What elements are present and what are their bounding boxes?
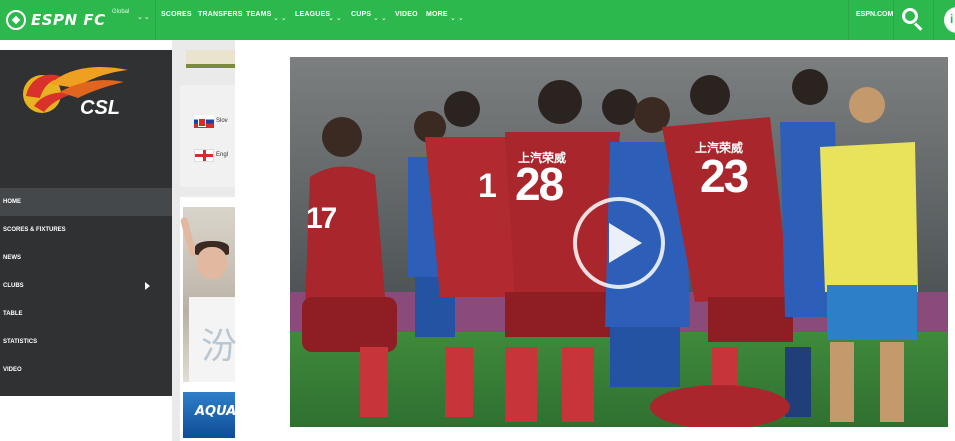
nav-transfers[interactable]: TRANSFERS (198, 11, 243, 18)
chevron-down-icon[interactable]: ⌄⌄ (450, 14, 466, 22)
espn-com-link[interactable]: ESPN.COM (856, 11, 893, 18)
chevron-down-icon[interactable]: ⌄⌄ (328, 14, 344, 22)
sidebar-item-clubs[interactable]: CLUBS (0, 272, 172, 300)
sidebar-item-label: VIDEO (3, 367, 22, 373)
nav-video[interactable]: VIDEO (395, 11, 418, 18)
espn-fc-logo[interactable]: ESPN FC (6, 9, 106, 31)
sidebar-menu: HOME SCORES & FIXTURES NEWS CLUBS TABLE … (0, 188, 172, 384)
play-icon (609, 223, 642, 263)
sidebar-item-label: HOME (3, 199, 21, 205)
divider (155, 0, 156, 40)
ad-character: 汾 (201, 326, 238, 367)
sidebar-item-news[interactable]: NEWS (0, 244, 172, 272)
brand-wordmark: ESPN FC (31, 11, 106, 29)
top-nav-bar: ESPN FC Global ⌄⌄ SCORES TRANSFERS TEAMS… (0, 0, 955, 40)
chevron-down-icon[interactable]: ⌄⌄ (137, 13, 151, 21)
profile-button[interactable]: i (944, 7, 955, 33)
sidebar-item-statistics[interactable]: STATISTICS (0, 328, 172, 356)
nav-cups[interactable]: CUPS (351, 11, 371, 18)
jersey-number: 1 (478, 167, 497, 205)
sidebar-item-label: TABLE (3, 311, 23, 317)
sidebar-item-label: SCORES & FIXTURES (3, 227, 66, 233)
chevron-down-icon[interactable]: ⌄⌄ (273, 14, 289, 22)
advertisement[interactable]: 汾 AQUA (179, 197, 238, 441)
jersey-number: 17 (306, 202, 337, 235)
sidebar-item-scores-fixtures[interactable]: SCORES & FIXTURES (0, 216, 172, 244)
sidebar-item-table[interactable]: TABLE (0, 300, 172, 328)
play-button[interactable] (573, 197, 665, 289)
language-label: Engl (216, 152, 229, 158)
nav-teams[interactable]: TEAMS (246, 11, 272, 18)
nav-leagues[interactable]: LEAGUES (295, 11, 330, 18)
language-panel: Slov Engl (180, 85, 235, 187)
sidebar-item-home[interactable]: HOME (0, 188, 172, 216)
divider (848, 0, 849, 40)
sidebar-item-video[interactable]: VIDEO (0, 356, 172, 384)
language-label: Slov (216, 118, 228, 124)
nav-scores[interactable]: SCORES (161, 11, 192, 18)
csl-logo[interactable]: CSL (20, 64, 135, 120)
svg-text:CSL: CSL (80, 97, 120, 119)
sidebar-item-label: NEWS (3, 255, 21, 261)
chevron-right-icon (145, 282, 150, 290)
ad-brand-banner: AQUA (183, 392, 236, 438)
edition-selector[interactable]: Global (112, 9, 129, 15)
ad-image: 汾 (179, 207, 238, 382)
sidebar-item-label: STATISTICS (3, 339, 38, 345)
divider (893, 0, 894, 40)
search-icon[interactable] (902, 8, 923, 31)
background-content-column: Slov Engl 汾 AQUA (172, 40, 238, 441)
slovakia-flag-icon (194, 115, 214, 128)
nav-more[interactable]: MORE (426, 11, 448, 18)
chevron-down-icon[interactable]: ⌄⌄ (373, 14, 389, 22)
jersey-number: 28 (515, 158, 564, 210)
divider (933, 0, 934, 40)
jersey-number: 23 (700, 150, 749, 202)
sidebar-item-label: CLUBS (3, 283, 24, 289)
soccer-ball-icon (6, 10, 26, 30)
thumbnail-strip[interactable] (186, 50, 235, 68)
england-flag-icon (194, 149, 214, 162)
video-player[interactable]: 上汽荣威 28 上汽荣威 23 17 1 (290, 57, 948, 427)
league-sidebar: CSL HOME SCORES & FIXTURES NEWS CLUBS TA… (0, 50, 172, 396)
